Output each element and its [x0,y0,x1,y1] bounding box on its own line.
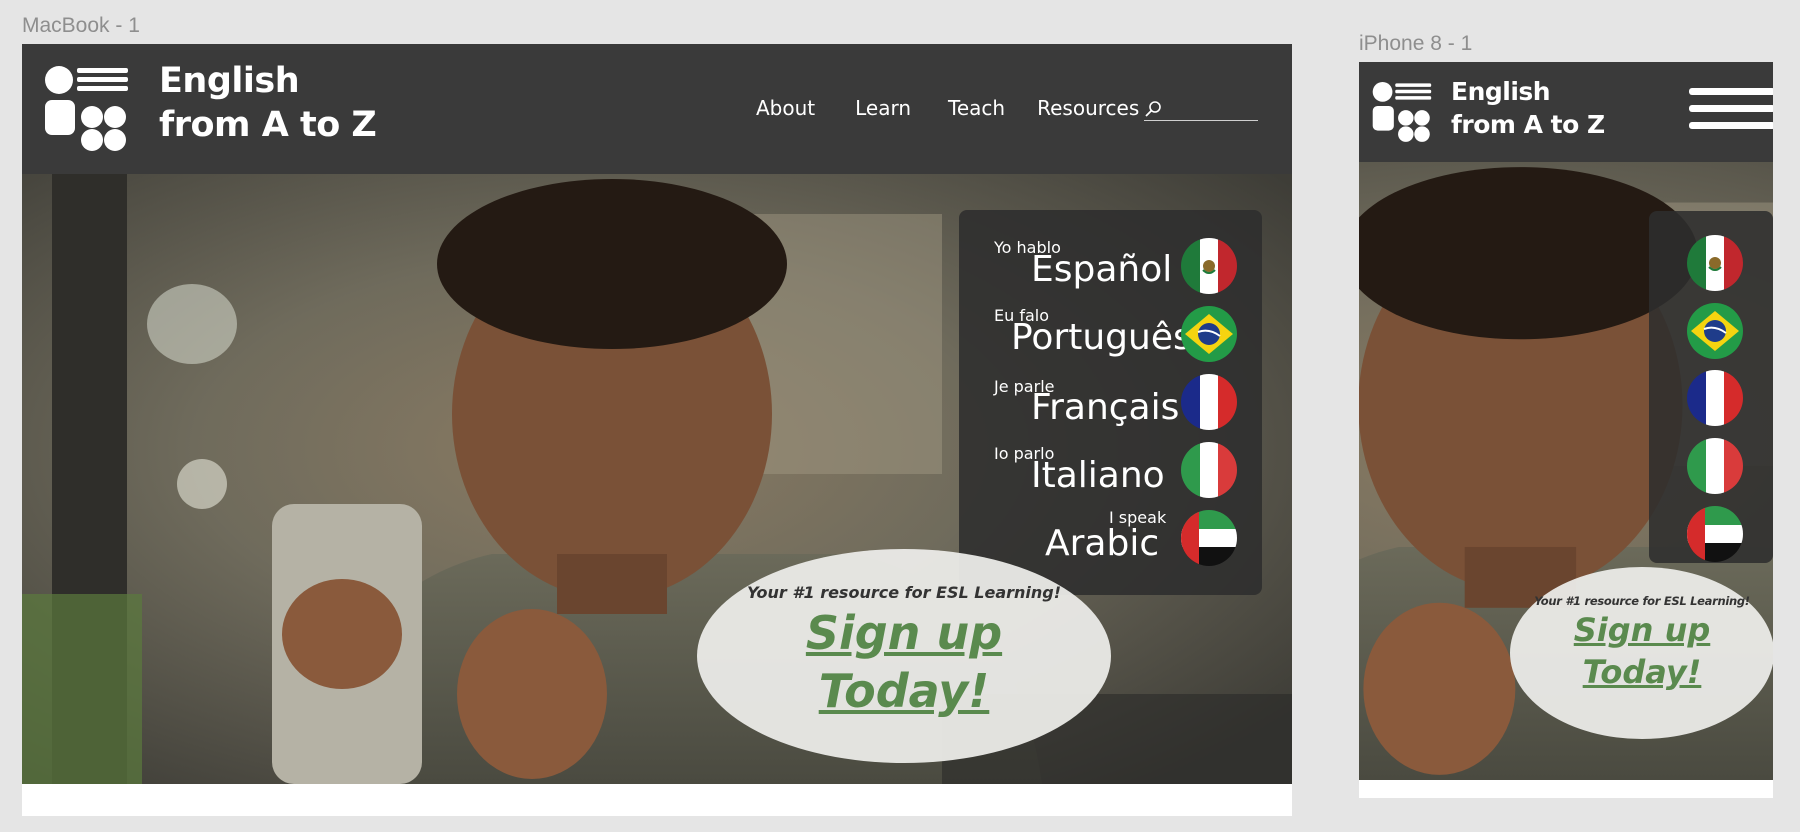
language-option[interactable]: I speak Arabic [959,508,1262,568]
brand-title[interactable]: English from A to Z [159,60,377,148]
uae-flag-icon[interactable] [1687,506,1743,562]
nav-teach[interactable]: Teach [948,96,1005,120]
signup-line2: Today! [818,663,990,718]
brand-line2: from A to Z [1451,109,1605,139]
signup-bubble: Your #1 resource for ESL Learning! Sign … [697,549,1111,763]
site-header: English from A to Z About Learn Teach Re… [22,44,1292,174]
language-option[interactable]: Yo hablo Español [959,238,1262,296]
language-name: Español [1031,249,1173,290]
nav-resources[interactable]: Resources [1037,96,1139,120]
brand-line2: from A to Z [159,104,377,145]
italy-flag-icon[interactable] [1687,438,1743,494]
hero-section: Yo hablo Español Eu falo Português Je pa… [22,174,1292,784]
signup-link[interactable]: Sign up Today! [1510,610,1773,693]
language-name: Français [1031,387,1180,428]
language-name: Italiano [1031,455,1165,496]
search-field [1144,98,1258,121]
france-flag-icon[interactable] [1687,370,1743,426]
main-nav: About Learn Teach Resources [756,96,1139,120]
logo-icon[interactable] [44,66,132,154]
signup-link[interactable]: Sign up Today! [697,605,1111,720]
language-panel: Yo hablo Español Eu falo Português Je pa… [959,210,1262,595]
brand-line1: English [1451,77,1551,106]
nav-about[interactable]: About [756,96,815,120]
mexico-flag-icon [1181,238,1237,294]
italy-flag-icon [1181,442,1237,498]
language-option[interactable]: Io parlo Italiano [959,442,1262,500]
mobile-language-panel [1649,211,1773,563]
brazil-flag-icon[interactable] [1687,303,1743,359]
brand-line1: English [159,61,300,101]
nav-learn[interactable]: Learn [855,96,911,120]
signup-line2: Today! [1582,652,1702,691]
signup-tagline: Your #1 resource for ESL Learning! [746,583,1062,602]
brazil-flag-icon [1181,306,1237,362]
brand-title[interactable]: English from A to Z [1451,76,1605,141]
signup-tagline: Your #1 resource for ESL Learning! [1534,594,1750,608]
france-flag-icon [1181,374,1237,430]
language-option[interactable]: Eu falo Português [959,306,1262,364]
search-icon[interactable] [1144,100,1162,118]
mobile-hero-section: Your #1 resource for ESL Learning! Sign … [1359,162,1773,780]
signup-line1: Sign up [1573,611,1711,649]
mobile-artboard-label: iPhone 8 - 1 [1359,32,1473,55]
language-option[interactable]: Je parle Français [959,374,1262,432]
mobile-frame: English from A to Z Your #1 resource for… [1359,62,1773,798]
signup-bubble: Your #1 resource for ESL Learning! Sign … [1510,567,1773,739]
hamburger-menu-icon[interactable] [1689,88,1773,134]
desktop-artboard-label: MacBook - 1 [22,14,140,37]
language-name: Arabic [1045,523,1160,564]
mobile-header: English from A to Z [1359,62,1773,162]
uae-flag-icon [1181,510,1237,566]
mexico-flag-icon[interactable] [1687,235,1743,291]
signup-line1: Sign up [805,606,1003,660]
logo-icon[interactable] [1372,80,1434,146]
desktop-frame: English from A to Z About Learn Teach Re… [22,44,1292,816]
language-name: Português [1011,317,1192,358]
